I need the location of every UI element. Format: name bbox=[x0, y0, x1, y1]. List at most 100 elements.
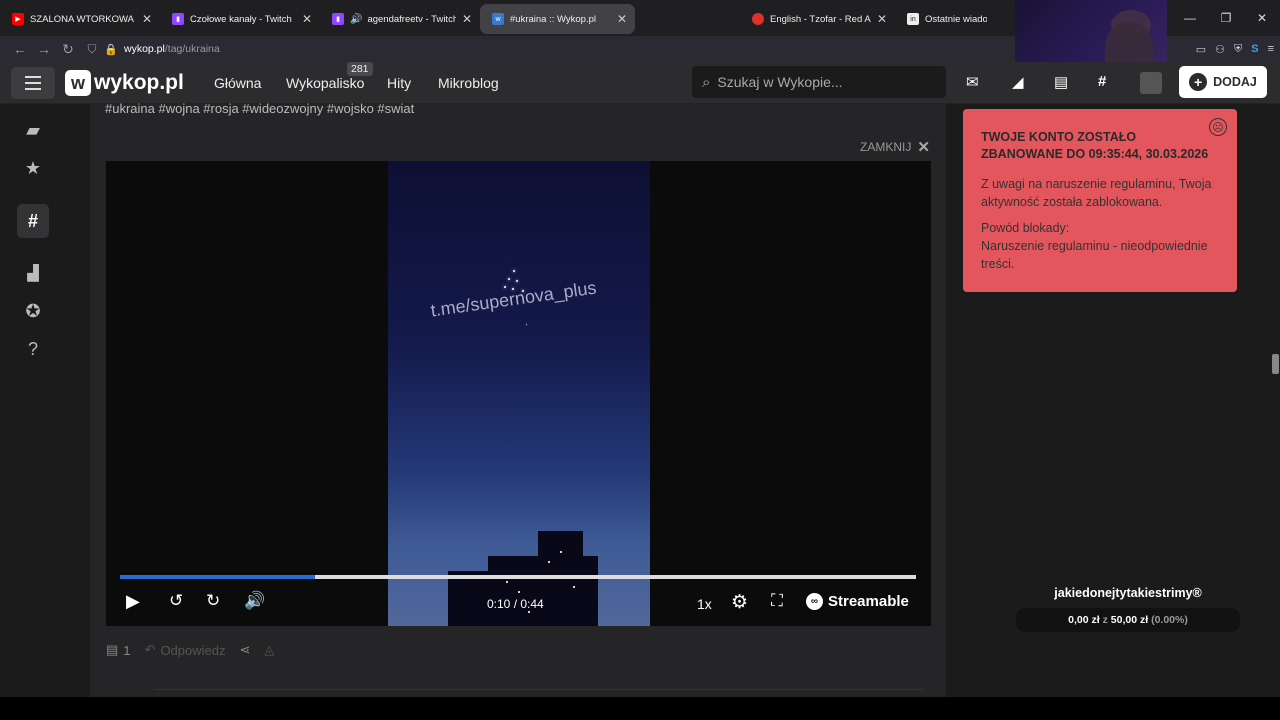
chat-icon[interactable]: ▤ bbox=[1054, 73, 1068, 91]
forward-icon[interactable]: → bbox=[32, 41, 56, 57]
search-placeholder: Szukaj w Wykopie... bbox=[717, 74, 843, 90]
close-tab-icon[interactable]: ✕ bbox=[302, 12, 312, 26]
messages-icon[interactable]: ✉ bbox=[966, 73, 979, 91]
avatar[interactable] bbox=[1140, 72, 1162, 94]
fullscreen-icon[interactable]: ⛶ bbox=[771, 591, 783, 611]
reply-label: Odpowiedz bbox=[160, 642, 226, 658]
post-tags[interactable]: #ukraina #wojna #rosja #wideozwojny #woj… bbox=[105, 101, 414, 116]
nav-glowna[interactable]: Główna bbox=[214, 75, 261, 91]
close-tab-icon[interactable]: ✕ bbox=[877, 12, 887, 26]
hashtag-icon[interactable]: # bbox=[1098, 73, 1106, 90]
close-embed-button[interactable]: ZAMKNIJ ✕ bbox=[860, 138, 930, 156]
ban-notice: ☹ TWOJE KONTO ZOSTAŁO ZBANOWANE DO 09:35… bbox=[963, 109, 1237, 292]
donation-sep: z bbox=[1102, 614, 1108, 626]
home-icon[interactable]: ▰ bbox=[11, 113, 55, 147]
video-frame: t.me/supernova_plus bbox=[388, 161, 650, 626]
close-tab-icon[interactable]: ✕ bbox=[617, 12, 627, 26]
video-progress-fill bbox=[120, 575, 316, 579]
ranking-icon[interactable]: ▟ bbox=[11, 256, 55, 290]
close-tab-icon[interactable]: ✕ bbox=[142, 12, 152, 26]
search-input[interactable]: ⌕ Szukaj w Wykopie... bbox=[692, 66, 946, 98]
forward-10-icon[interactable]: ↻ bbox=[206, 591, 220, 611]
video-player[interactable]: t.me/supernova_plus ▶ ↺ ↻ 🔊 0:10 / 0:44 … bbox=[106, 161, 931, 626]
wykop-icon: w bbox=[492, 13, 504, 25]
reload-icon[interactable]: ↻ bbox=[56, 41, 80, 58]
left-sidebar: ▰ ★ # ▟ ✪ ? bbox=[11, 104, 55, 697]
volume-icon[interactable]: 🔊 bbox=[244, 591, 265, 611]
divider bbox=[154, 689, 924, 690]
redalert-icon bbox=[752, 13, 764, 25]
youtube-icon: ▶ bbox=[12, 13, 24, 25]
rewind-10-icon[interactable]: ↺ bbox=[169, 591, 183, 611]
extension-icon[interactable]: ▭ bbox=[1196, 43, 1206, 56]
menu-icon[interactable]: ≡ bbox=[1268, 43, 1274, 55]
tab-red-alert[interactable]: English - Tzofar - Red Alert ✕ bbox=[740, 4, 895, 34]
tab-title: Czołowe kanały - Twitch bbox=[190, 13, 292, 25]
shield-icon[interactable]: ⛉ bbox=[80, 42, 104, 57]
back-icon[interactable]: ← bbox=[8, 41, 32, 57]
notifications-icon[interactable]: ◢ bbox=[1012, 73, 1024, 91]
observe-icon[interactable]: ◬ bbox=[264, 642, 274, 658]
close-icon: ✕ bbox=[917, 139, 930, 156]
ban-title: TWOJE KONTO ZOSTAŁO ZBANOWANE DO 09:35:4… bbox=[981, 130, 1209, 161]
streamable-logo[interactable]: ∞ Streamable bbox=[806, 593, 909, 610]
logo-text: wykop.pl bbox=[94, 71, 184, 94]
browser-extensions: ▭ ⚇ ⛨ S ≡ bbox=[1196, 36, 1274, 62]
post-actions: ▤ 1 ↶ Odpowiedz ⋖ ◬ bbox=[106, 642, 288, 658]
sad-face-icon: ☹ bbox=[1209, 118, 1227, 136]
tab-title: #ukraina :: Wykop.pl bbox=[510, 13, 596, 25]
wykop-logo[interactable]: w wykop.pl bbox=[65, 70, 184, 96]
restore-icon[interactable]: ❐ bbox=[1208, 11, 1244, 25]
post-content: #ukraina #wojna #rosja #wideozwojny #woj… bbox=[90, 101, 946, 697]
ban-reason-label: Powód blokady: bbox=[981, 221, 1070, 235]
minimize-icon[interactable]: — bbox=[1172, 11, 1208, 25]
tab-wykop-ukraina[interactable]: w #ukraina :: Wykop.pl ✕ bbox=[480, 4, 635, 34]
site-header: w wykop.pl Główna Wykopalisko 281 Hity M… bbox=[0, 62, 1280, 104]
add-label: DODAJ bbox=[1213, 75, 1257, 89]
hamburger-menu-button[interactable] bbox=[11, 67, 55, 99]
scrollbar-thumb[interactable] bbox=[1272, 354, 1279, 374]
tab-title: SZALONA WTORKOWA NOC bbox=[30, 13, 136, 25]
ban-body: Z uwagi na naruszenie regulaminu, Twoja … bbox=[981, 177, 1212, 209]
search-icon: ⌕ bbox=[702, 73, 711, 91]
donation-goal-widget: jakiedonejtytakiestrimy® 0,00 zł z 50,00… bbox=[1016, 586, 1240, 636]
share-icon[interactable]: ⋖ bbox=[239, 642, 250, 658]
tag-hashtag-icon[interactable]: # bbox=[17, 204, 49, 238]
medal-icon[interactable]: ✪ bbox=[11, 294, 55, 328]
window-controls: — ❐ ✕ bbox=[1172, 0, 1280, 36]
close-window-icon[interactable]: ✕ bbox=[1244, 11, 1280, 25]
wykop-logo-icon: w bbox=[65, 70, 91, 96]
tab-youtube[interactable]: ▶ SZALONA WTORKOWA NOC ✕ bbox=[0, 4, 160, 34]
address-bar[interactable]: wykop.pl/tag/ukraina bbox=[124, 43, 220, 55]
extension-icon[interactable]: ⚇ bbox=[1215, 43, 1225, 56]
extension-icon[interactable]: S bbox=[1251, 43, 1258, 55]
play-icon[interactable]: ▶ bbox=[126, 591, 140, 612]
screen: ▶ SZALONA WTORKOWA NOC ✕ ▮ Czołowe kanał… bbox=[0, 0, 1280, 720]
streamable-icon: ∞ bbox=[806, 593, 823, 610]
streamable-label: Streamable bbox=[828, 593, 909, 610]
playback-speed[interactable]: 1x bbox=[697, 596, 712, 612]
speaker-icon[interactable]: 🔊 bbox=[350, 14, 362, 25]
tab-news[interactable]: in Ostatnie wiadomości bbox=[895, 4, 995, 34]
lock-icon[interactable]: 🔒 bbox=[104, 43, 118, 56]
add-button[interactable]: + DODAJ bbox=[1179, 66, 1267, 98]
donation-name: jakiedonejtytakiestrimy® bbox=[1054, 586, 1202, 600]
twitch-icon: ▮ bbox=[332, 13, 344, 25]
video-progress-bar[interactable] bbox=[120, 575, 916, 579]
star-icon[interactable]: ★ bbox=[11, 151, 55, 185]
tab-title: agendafreetv - Twitch bbox=[367, 13, 456, 25]
nav-mikroblog[interactable]: Mikroblog bbox=[438, 75, 499, 91]
close-tab-icon[interactable]: ✕ bbox=[462, 12, 472, 26]
extension-icon[interactable]: ⛨ bbox=[1234, 43, 1242, 56]
help-icon[interactable]: ? bbox=[11, 332, 55, 366]
tab-title: Ostatnie wiadomości bbox=[925, 13, 987, 25]
comments-button[interactable]: ▤ 1 bbox=[106, 642, 131, 658]
url-path: /tag/ukraina bbox=[164, 43, 220, 55]
tab-twitch-channels[interactable]: ▮ Czołowe kanały - Twitch ✕ bbox=[160, 4, 320, 34]
tab-agendafreetv[interactable]: ▮ 🔊 agendafreetv - Twitch ✕ bbox=[320, 4, 480, 34]
reply-icon: ↶ bbox=[144, 642, 156, 657]
reply-button[interactable]: ↶ Odpowiedz bbox=[145, 642, 226, 658]
settings-gear-icon[interactable]: ⚙ bbox=[731, 591, 748, 614]
nav-wykopalisko[interactable]: Wykopalisko bbox=[286, 75, 364, 91]
nav-hity[interactable]: Hity bbox=[387, 75, 411, 91]
